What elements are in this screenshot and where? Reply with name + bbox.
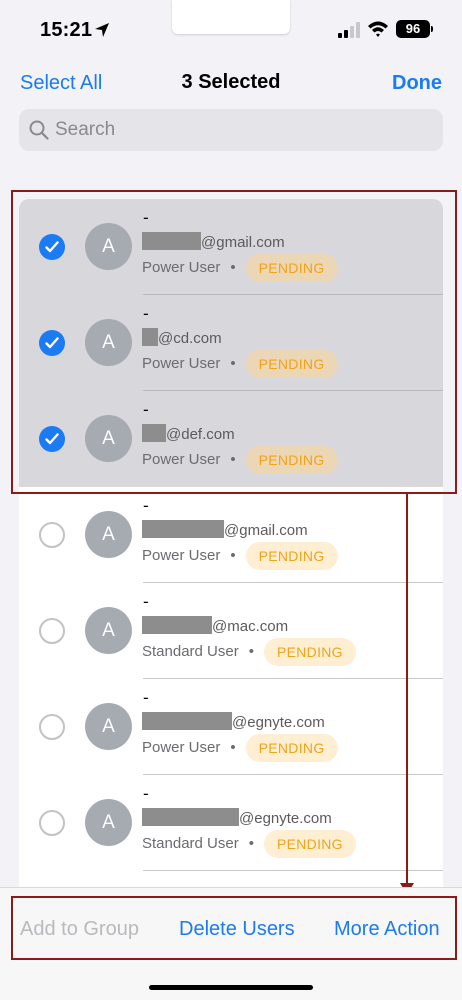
status-badge: PENDING — [245, 254, 338, 282]
redacted-block — [142, 232, 201, 250]
user-role: Standard User — [142, 643, 239, 660]
checkbox-unchecked[interactable] — [39, 618, 65, 644]
user-role-line: Power User • PENDING — [142, 350, 338, 378]
more-action-button[interactable]: More Action — [334, 918, 440, 941]
avatar: A — [85, 607, 132, 654]
checkbox-checked[interactable] — [39, 330, 65, 356]
user-row[interactable]: A - @mac.com Standard User • PENDING — [19, 583, 443, 679]
user-row[interactable]: A - @gmail.com Power User • PENDING — [19, 487, 443, 583]
user-email: @mac.com — [142, 616, 288, 637]
user-role: Power User — [142, 547, 221, 564]
user-role-line: Power User • PENDING — [142, 254, 338, 282]
user-row[interactable]: A - @gmail.com Power User • PENDING — [19, 199, 443, 295]
user-email: @def.com — [142, 424, 235, 445]
user-name: - — [143, 592, 149, 611]
home-indicator — [149, 985, 313, 990]
user-role: Power User — [142, 451, 221, 468]
avatar: A — [85, 511, 132, 558]
avatar: A — [85, 799, 132, 846]
avatar: A — [85, 319, 132, 366]
user-name: - — [143, 496, 149, 515]
search-bar[interactable] — [19, 109, 443, 151]
status-badge: PENDING — [263, 638, 356, 666]
user-role-line: Standard User • PENDING — [142, 830, 356, 858]
user-role-line: Power User • PENDING — [142, 446, 338, 474]
checkbox-unchecked[interactable] — [39, 810, 65, 836]
user-role: Power User — [142, 739, 221, 756]
divider — [143, 870, 443, 871]
battery-icon: 96 — [396, 20, 433, 38]
status-badge: PENDING — [263, 830, 356, 858]
redacted-block — [142, 520, 224, 538]
user-row[interactable]: A - @def.com Power User • PENDING — [19, 391, 443, 487]
user-list: A - @gmail.com Power User • PENDING A - @c… — [19, 199, 443, 887]
user-email: @egnyte.com — [142, 712, 325, 733]
status-badge: PENDING — [245, 542, 338, 570]
user-role-line: Standard User • PENDING — [142, 638, 356, 666]
status-bar: 15:21 96 — [0, 0, 462, 60]
checkbox-unchecked[interactable] — [39, 522, 65, 548]
status-time: 15:21 — [40, 19, 93, 41]
delete-users-button[interactable]: Delete Users — [179, 918, 295, 941]
user-row[interactable]: A - @cd.com Power User • PENDING — [19, 295, 443, 391]
user-email: @cd.com — [142, 328, 222, 349]
redacted-block — [142, 328, 158, 346]
checkbox-checked[interactable] — [39, 234, 65, 260]
user-role: Standard User — [142, 835, 239, 852]
redacted-block — [142, 712, 232, 730]
redacted-block — [142, 424, 166, 442]
wifi-icon — [368, 21, 388, 37]
redacted-block — [142, 808, 239, 826]
user-row[interactable]: A - @egnyte.com Power User • PENDING — [19, 679, 443, 775]
annotation-arrow-line — [406, 493, 408, 885]
user-name: - — [143, 688, 149, 707]
avatar: A — [85, 703, 132, 750]
user-role: Power User — [142, 355, 221, 372]
user-role-line: Power User • PENDING — [142, 734, 338, 762]
checkmark-icon — [45, 433, 59, 445]
select-all-button[interactable]: Select All — [20, 72, 102, 95]
checkbox-checked[interactable] — [39, 426, 65, 452]
user-role: Power User — [142, 259, 221, 276]
location-arrow-icon — [95, 23, 109, 37]
status-badge: PENDING — [245, 350, 338, 378]
search-icon — [29, 120, 49, 140]
status-badge: PENDING — [245, 446, 338, 474]
search-input[interactable] — [55, 109, 435, 151]
bottom-toolbar: Add to Group Delete Users More Action — [0, 887, 462, 1000]
user-email: @gmail.com — [142, 232, 285, 253]
user-name: - — [143, 784, 149, 803]
checkbox-unchecked[interactable] — [39, 714, 65, 740]
status-badge: PENDING — [245, 734, 338, 762]
avatar: A — [85, 415, 132, 462]
nav-bar: 3 Selected Select All Done — [0, 60, 462, 106]
user-email: @gmail.com — [142, 520, 308, 541]
done-button[interactable]: Done — [392, 72, 442, 95]
user-name: - — [143, 400, 149, 419]
add-to-group-button[interactable]: Add to Group — [20, 918, 139, 941]
user-name: - — [143, 208, 149, 227]
user-email: @egnyte.com — [142, 808, 332, 829]
user-row[interactable]: A - @egnyte.com Standard User • PENDING — [19, 775, 443, 871]
user-role-line: Power User • PENDING — [142, 542, 338, 570]
user-name: - — [143, 304, 149, 323]
checkmark-icon — [45, 241, 59, 253]
checkmark-icon — [45, 337, 59, 349]
signal-icon — [338, 22, 360, 38]
redacted-block — [142, 616, 212, 634]
avatar: A — [85, 223, 132, 270]
screen-recording-pill — [172, 0, 290, 34]
